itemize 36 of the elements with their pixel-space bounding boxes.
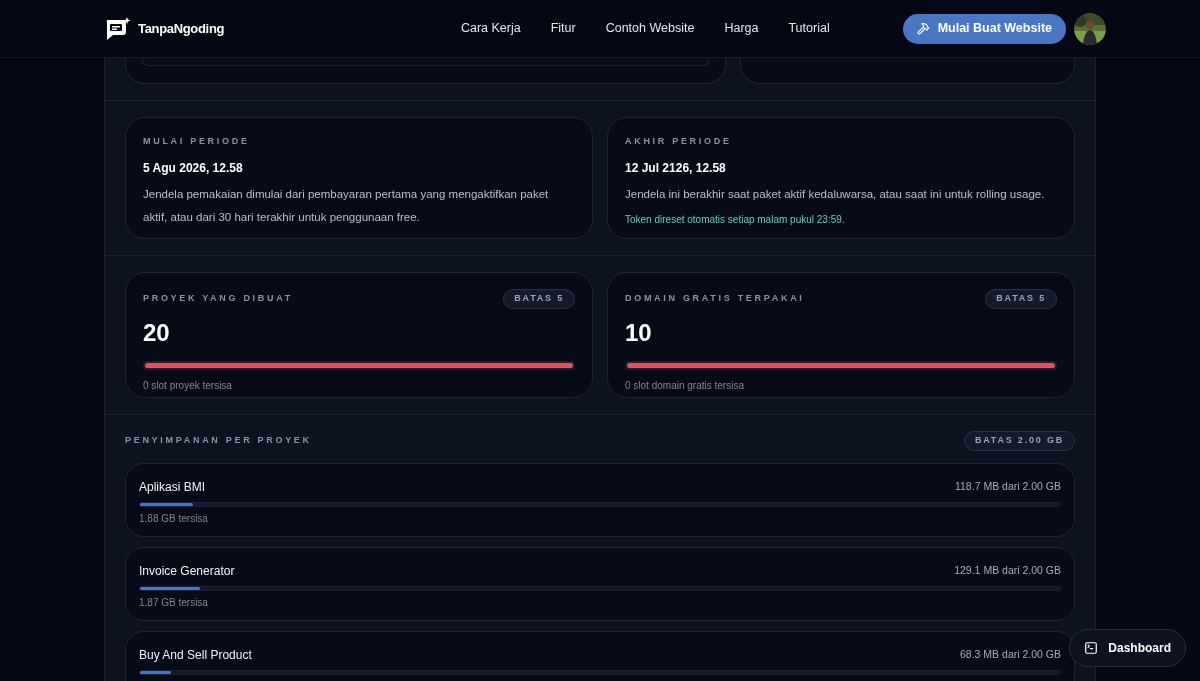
- period-date: 12 Jul 2126, 12.58: [625, 159, 727, 177]
- storage-usage: 118.7 MB dari 2.00 GB: [954, 478, 1061, 494]
- terminal-icon: [1084, 641, 1099, 655]
- logo-icon: [104, 15, 132, 42]
- token-reset-note: Token direset otomatis setiap malam pukul 23:59.: [625, 212, 846, 227]
- period-date: 5 Agu 2026, 12.58: [143, 159, 244, 177]
- nav-link[interactable]: Cara Kerja: [460, 19, 521, 38]
- nav-link[interactable]: Fitur: [550, 19, 576, 38]
- storage-remaining: 1.88 GB tersisa: [139, 511, 209, 526]
- limit-badge: BATAS 5: [503, 289, 575, 309]
- dashboard-button[interactable]: Dashboard: [1069, 629, 1186, 667]
- card-label: MULAI PERIODE: [143, 135, 251, 148]
- nav-link[interactable]: Harga: [724, 19, 759, 38]
- section-title: PENYIMPANAN PER PROYEK: [125, 434, 312, 447]
- quota-remaining: 0 slot proyek tersisa: [143, 378, 233, 393]
- project-name: Aplikasi BMI: [139, 478, 206, 496]
- period-description: Jendela pemakaian dimulai dari pembayaran pertama yang mengaktifkan paket aktif, atau dari 30 hari terakhir untuk penggunaan free.: [143, 186, 550, 225]
- card-label: DOMAIN GRATIS TERPAKAI: [625, 292, 805, 305]
- quota-count: 20: [143, 317, 171, 348]
- project-name: Buy And Sell Product: [139, 646, 252, 664]
- nav-link[interactable]: Contoh Website: [605, 19, 695, 38]
- project-name: Invoice Generator: [139, 562, 235, 580]
- nav-link[interactable]: Tutorial: [788, 19, 830, 38]
- period-description: Jendela ini berakhir saat paket aktif kedaluwarsa, atau saat ini untuk rolling usage.: [625, 186, 1046, 202]
- logo-text[interactable]: TanpaNgoding: [138, 18, 225, 39]
- quota-count: 10: [625, 317, 653, 348]
- card-label: PROYEK YANG DIBUAT: [143, 292, 293, 305]
- tools-icon: [916, 22, 930, 35]
- storage-usage: 129.1 MB dari 2.00 GB: [954, 562, 1061, 578]
- limit-badge: BATAS 2.00 GB: [963, 431, 1075, 451]
- limit-badge: BATAS 5: [985, 289, 1057, 309]
- storage-usage: 68.3 MB dari 2.00 GB: [960, 646, 1061, 662]
- quota-remaining: 0 slot domain gratis tersisa: [625, 378, 745, 393]
- storage-remaining: 1.87 GB tersisa: [139, 595, 209, 610]
- start-website-button[interactable]: Mulai Buat Website: [902, 13, 1066, 44]
- card-label: AKHIR PERIODE: [625, 135, 733, 148]
